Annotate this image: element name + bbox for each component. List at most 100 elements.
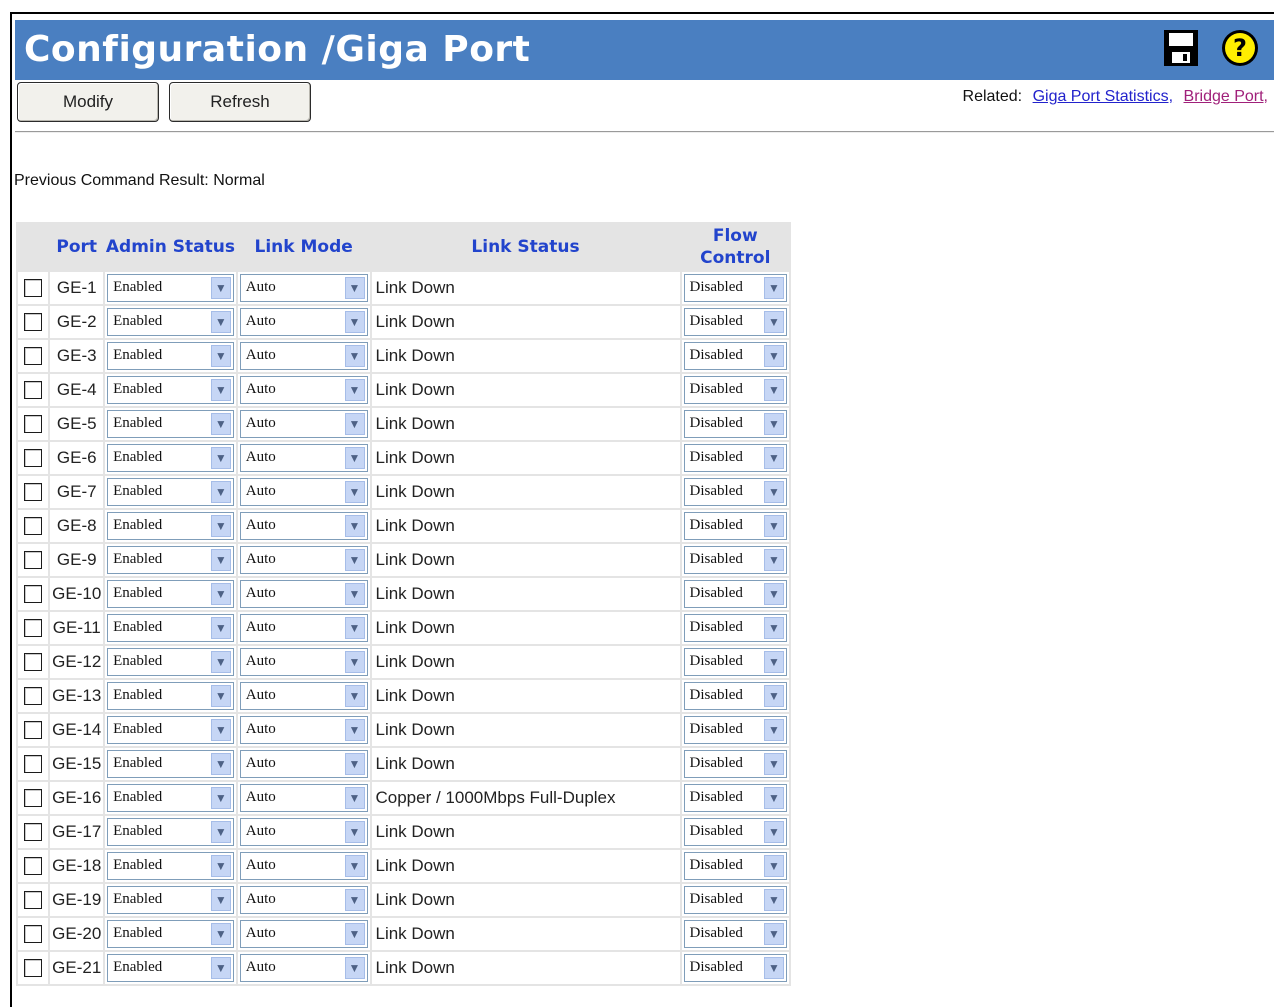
row-checkbox[interactable] bbox=[24, 483, 43, 501]
chevron-down-icon[interactable]: ▼ bbox=[344, 447, 365, 469]
chevron-down-icon[interactable]: ▼ bbox=[344, 345, 365, 367]
save-icon[interactable] bbox=[1164, 30, 1198, 66]
row-checkbox[interactable] bbox=[24, 517, 43, 535]
link-mode-select[interactable]: Auto ▼ bbox=[239, 750, 368, 778]
link-mode-select[interactable]: Auto ▼ bbox=[239, 852, 368, 880]
chevron-down-icon[interactable]: ▼ bbox=[210, 787, 231, 809]
link-mode-select[interactable]: Auto ▼ bbox=[239, 512, 368, 540]
admin-status-select[interactable]: Enabled ▼ bbox=[107, 750, 234, 778]
chevron-down-icon[interactable]: ▼ bbox=[210, 821, 231, 843]
link-mode-select[interactable]: Auto ▼ bbox=[239, 274, 368, 302]
chevron-down-icon[interactable]: ▼ bbox=[210, 719, 231, 741]
chevron-down-icon[interactable]: ▼ bbox=[764, 617, 784, 639]
link-bridge-port[interactable]: Bridge Port, bbox=[1184, 88, 1268, 105]
row-checkbox[interactable] bbox=[24, 415, 43, 433]
chevron-down-icon[interactable]: ▼ bbox=[764, 345, 784, 367]
flow-control-select[interactable]: Disabled ▼ bbox=[683, 614, 787, 642]
admin-status-select[interactable]: Enabled ▼ bbox=[107, 376, 234, 404]
chevron-down-icon[interactable]: ▼ bbox=[764, 651, 784, 673]
admin-status-select[interactable]: Enabled ▼ bbox=[107, 920, 234, 948]
admin-status-select[interactable]: Enabled ▼ bbox=[107, 478, 234, 506]
flow-control-select[interactable]: Disabled ▼ bbox=[683, 886, 787, 914]
flow-control-select[interactable]: Disabled ▼ bbox=[683, 410, 787, 438]
chevron-down-icon[interactable]: ▼ bbox=[344, 311, 365, 333]
admin-status-select[interactable]: Enabled ▼ bbox=[107, 410, 234, 438]
admin-status-select[interactable]: Enabled ▼ bbox=[107, 682, 234, 710]
admin-status-select[interactable]: Enabled ▼ bbox=[107, 274, 234, 302]
flow-control-select[interactable]: Disabled ▼ bbox=[683, 954, 787, 982]
chevron-down-icon[interactable]: ▼ bbox=[344, 277, 365, 299]
row-checkbox[interactable] bbox=[24, 687, 43, 705]
admin-status-select[interactable]: Enabled ▼ bbox=[107, 648, 234, 676]
admin-status-select[interactable]: Enabled ▼ bbox=[107, 716, 234, 744]
chevron-down-icon[interactable]: ▼ bbox=[210, 617, 231, 639]
link-mode-select[interactable]: Auto ▼ bbox=[239, 342, 368, 370]
flow-control-select[interactable]: Disabled ▼ bbox=[683, 580, 787, 608]
chevron-down-icon[interactable]: ▼ bbox=[210, 957, 231, 979]
flow-control-select[interactable]: Disabled ▼ bbox=[683, 478, 787, 506]
chevron-down-icon[interactable]: ▼ bbox=[344, 515, 365, 537]
row-checkbox[interactable] bbox=[24, 959, 43, 977]
link-mode-select[interactable]: Auto ▼ bbox=[239, 682, 368, 710]
chevron-down-icon[interactable]: ▼ bbox=[764, 787, 784, 809]
chevron-down-icon[interactable]: ▼ bbox=[210, 753, 231, 775]
row-checkbox[interactable] bbox=[24, 789, 43, 807]
row-checkbox[interactable] bbox=[24, 857, 43, 875]
chevron-down-icon[interactable]: ▼ bbox=[344, 719, 365, 741]
row-checkbox[interactable] bbox=[24, 347, 43, 365]
admin-status-select[interactable]: Enabled ▼ bbox=[107, 308, 234, 336]
row-checkbox[interactable] bbox=[24, 755, 43, 773]
chevron-down-icon[interactable]: ▼ bbox=[764, 583, 784, 605]
chevron-down-icon[interactable]: ▼ bbox=[764, 957, 784, 979]
chevron-down-icon[interactable]: ▼ bbox=[210, 345, 231, 367]
chevron-down-icon[interactable]: ▼ bbox=[764, 481, 784, 503]
chevron-down-icon[interactable]: ▼ bbox=[344, 923, 365, 945]
flow-control-select[interactable]: Disabled ▼ bbox=[683, 308, 787, 336]
chevron-down-icon[interactable]: ▼ bbox=[764, 311, 784, 333]
row-checkbox[interactable] bbox=[24, 279, 43, 297]
flow-control-select[interactable]: Disabled ▼ bbox=[683, 716, 787, 744]
row-checkbox[interactable] bbox=[24, 449, 43, 467]
chevron-down-icon[interactable]: ▼ bbox=[344, 957, 365, 979]
chevron-down-icon[interactable]: ▼ bbox=[764, 277, 784, 299]
chevron-down-icon[interactable]: ▼ bbox=[764, 719, 784, 741]
chevron-down-icon[interactable]: ▼ bbox=[344, 413, 365, 435]
link-mode-select[interactable]: Auto ▼ bbox=[239, 308, 368, 336]
flow-control-select[interactable]: Disabled ▼ bbox=[683, 274, 787, 302]
flow-control-select[interactable]: Disabled ▼ bbox=[683, 750, 787, 778]
chevron-down-icon[interactable]: ▼ bbox=[210, 651, 231, 673]
link-mode-select[interactable]: Auto ▼ bbox=[239, 954, 368, 982]
modify-button[interactable]: Modify bbox=[17, 82, 159, 122]
admin-status-select[interactable]: Enabled ▼ bbox=[107, 614, 234, 642]
row-checkbox[interactable] bbox=[24, 653, 43, 671]
row-checkbox[interactable] bbox=[24, 721, 43, 739]
chevron-down-icon[interactable]: ▼ bbox=[764, 413, 784, 435]
chevron-down-icon[interactable]: ▼ bbox=[210, 311, 231, 333]
flow-control-select[interactable]: Disabled ▼ bbox=[683, 852, 787, 880]
link-mode-select[interactable]: Auto ▼ bbox=[239, 410, 368, 438]
admin-status-select[interactable]: Enabled ▼ bbox=[107, 784, 234, 812]
chevron-down-icon[interactable]: ▼ bbox=[344, 889, 365, 911]
admin-status-select[interactable]: Enabled ▼ bbox=[107, 852, 234, 880]
admin-status-select[interactable]: Enabled ▼ bbox=[107, 954, 234, 982]
chevron-down-icon[interactable]: ▼ bbox=[210, 379, 231, 401]
chevron-down-icon[interactable]: ▼ bbox=[210, 277, 231, 299]
flow-control-select[interactable]: Disabled ▼ bbox=[683, 342, 787, 370]
flow-control-select[interactable]: Disabled ▼ bbox=[683, 920, 787, 948]
link-giga-port-statistics[interactable]: Giga Port Statistics, bbox=[1033, 88, 1174, 105]
chevron-down-icon[interactable]: ▼ bbox=[344, 753, 365, 775]
chevron-down-icon[interactable]: ▼ bbox=[344, 685, 365, 707]
link-mode-select[interactable]: Auto ▼ bbox=[239, 784, 368, 812]
chevron-down-icon[interactable]: ▼ bbox=[344, 617, 365, 639]
chevron-down-icon[interactable]: ▼ bbox=[344, 855, 365, 877]
flow-control-select[interactable]: Disabled ▼ bbox=[683, 682, 787, 710]
chevron-down-icon[interactable]: ▼ bbox=[210, 889, 231, 911]
row-checkbox[interactable] bbox=[24, 891, 43, 909]
chevron-down-icon[interactable]: ▼ bbox=[764, 549, 784, 571]
chevron-down-icon[interactable]: ▼ bbox=[764, 889, 784, 911]
row-checkbox[interactable] bbox=[24, 551, 43, 569]
flow-control-select[interactable]: Disabled ▼ bbox=[683, 818, 787, 846]
row-checkbox[interactable] bbox=[24, 313, 43, 331]
chevron-down-icon[interactable]: ▼ bbox=[210, 447, 231, 469]
link-mode-select[interactable]: Auto ▼ bbox=[239, 886, 368, 914]
